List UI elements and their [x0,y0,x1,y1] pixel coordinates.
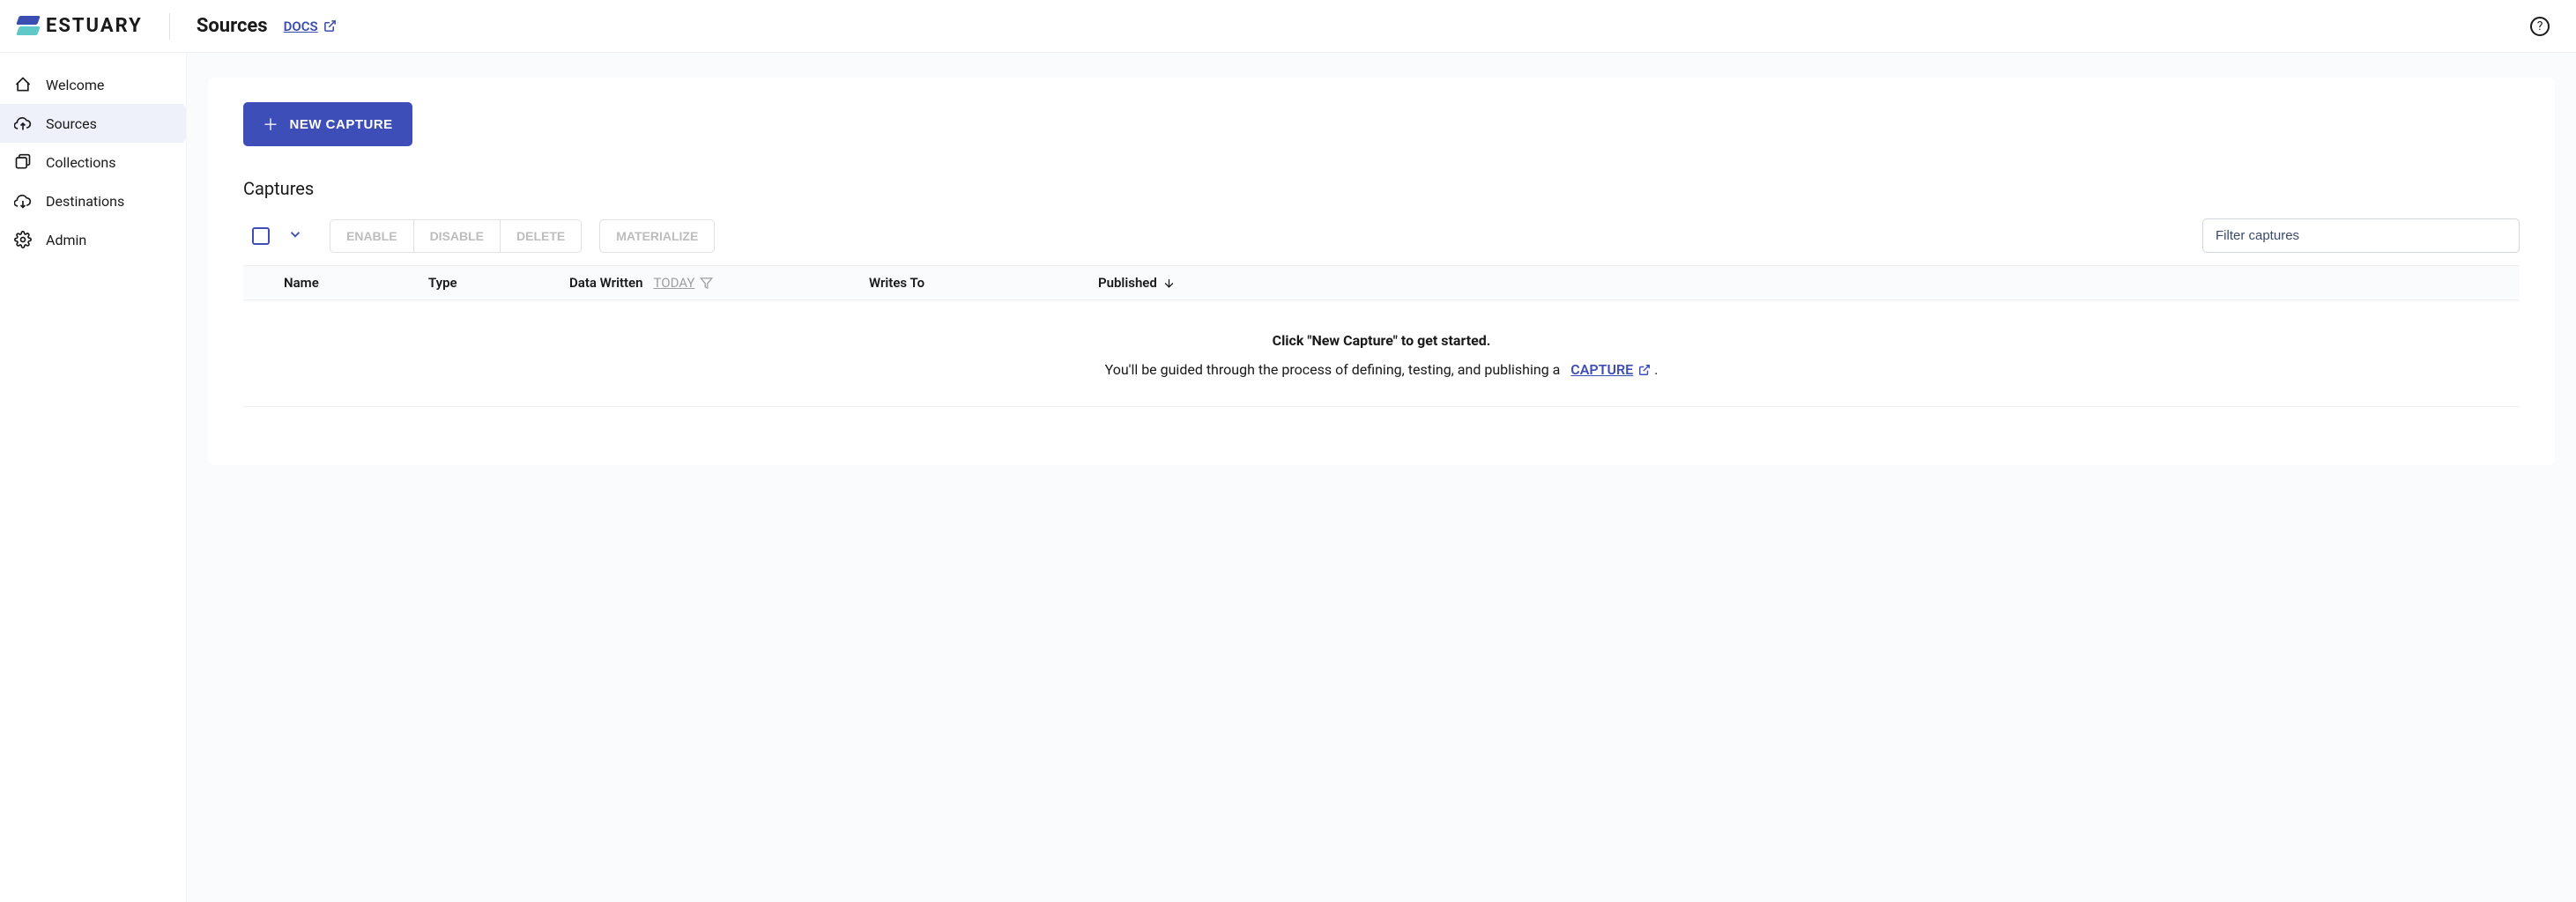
action-button-group: ENABLE DISABLE DELETE [330,219,582,253]
page-title: Sources [197,15,268,37]
new-capture-label: NEW CAPTURE [290,117,393,132]
column-data-written-label: Data Written [569,275,643,291]
docs-link[interactable]: DOCS [284,18,337,34]
empty-state-description: You'll be guided through the process of … [243,358,2520,381]
arrow-down-icon [1162,277,1176,290]
table-toolbar: ENABLE DISABLE DELETE MATERIALIZE [243,218,2520,253]
cloud-download-icon [14,192,32,210]
empty-desc-prefix: You'll be guided through the process of … [1105,361,1561,378]
new-capture-button[interactable]: ＋ NEW CAPTURE [243,102,412,146]
sidebar-item-sources[interactable]: Sources [0,104,186,143]
logo-text: ESTUARY [46,15,143,37]
filter-icon [700,277,713,290]
capture-docs-link[interactable]: CAPTURE [1570,358,1651,381]
empty-state: Click "New Capture" to get started. You'… [243,300,2520,407]
column-published[interactable]: Published [1098,275,1292,291]
sidebar-item-welcome[interactable]: Welcome [0,65,186,104]
logo[interactable]: ESTUARY [18,15,143,37]
gear-icon [14,231,32,248]
sidebar: Welcome Sources Collections Destinations… [0,53,187,902]
disable-button[interactable]: DISABLE [414,220,501,252]
sidebar-item-admin[interactable]: Admin [0,220,186,259]
sidebar-item-label: Admin [46,232,86,248]
column-name[interactable]: Name [243,275,428,291]
external-link-icon [323,19,337,33]
today-label: TODAY [654,275,695,291]
select-all-checkbox[interactable] [252,227,270,245]
column-type[interactable]: Type [428,275,569,291]
sidebar-item-label: Welcome [46,77,104,93]
home-icon [14,76,32,93]
captures-panel: ＋ NEW CAPTURE Captures ENABLE DISABLE DE… [208,78,2555,465]
table-header: Name Type Data Written TODAY Writes To P… [243,265,2520,300]
materialize-button[interactable]: MATERIALIZE [599,219,715,253]
empty-desc-suffix: . [1654,361,1658,378]
column-published-label: Published [1098,275,1157,291]
delete-button[interactable]: DELETE [501,220,581,252]
sidebar-item-destinations[interactable]: Destinations [0,181,186,220]
app-header: ESTUARY Sources DOCS ? [0,0,2576,53]
chevron-down-icon [287,226,303,242]
plus-icon: ＋ [263,113,279,136]
empty-state-title: Click "New Capture" to get started. [243,332,2520,349]
external-link-icon [1638,364,1651,376]
select-menu-button[interactable] [284,223,307,249]
capture-link-label: CAPTURE [1570,358,1633,381]
database-icon [14,153,32,171]
main-content: ＋ NEW CAPTURE Captures ENABLE DISABLE DE… [187,53,2576,902]
header-divider [169,13,170,40]
today-filter[interactable]: TODAY [654,275,714,291]
logo-icon [18,16,39,37]
help-icon: ? [2537,19,2543,33]
column-data-written[interactable]: Data Written TODAY [569,275,869,291]
enable-button[interactable]: ENABLE [330,220,414,252]
sidebar-item-collections[interactable]: Collections [0,143,186,181]
filter-input[interactable] [2202,218,2520,253]
docs-label: DOCS [284,18,318,34]
cloud-upload-icon [14,115,32,132]
sidebar-item-label: Sources [46,115,97,132]
help-button[interactable]: ? [2530,17,2550,36]
column-writes-to[interactable]: Writes To [869,275,1098,291]
section-title: Captures [243,178,2520,199]
sidebar-item-label: Collections [46,154,116,171]
sidebar-item-label: Destinations [46,193,124,210]
